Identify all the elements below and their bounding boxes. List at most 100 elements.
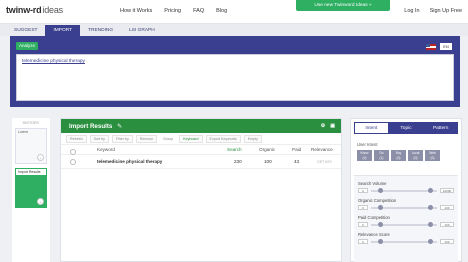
empty-button[interactable]: Empty xyxy=(243,134,262,143)
filters-section: Search Volume 0 10000 Organic Competitio… xyxy=(354,175,458,262)
col-organic[interactable]: Organic xyxy=(259,147,275,152)
history-item-active[interactable]: Import Results + xyxy=(15,168,47,208)
col-search[interactable]: Search xyxy=(227,147,242,152)
intent-do[interactable]: Do (1) xyxy=(374,150,389,161)
intent-label: Web xyxy=(429,151,436,155)
edit-icon[interactable]: ✎ xyxy=(117,123,122,130)
tab-import[interactable]: IMPORT xyxy=(45,25,81,36)
filter-search-volume: Search Volume 0 10000 xyxy=(358,181,454,193)
tab-suggest[interactable]: SUGGEST xyxy=(6,25,45,36)
filter-paid-competition: Paid Competition 0 100 xyxy=(358,215,454,227)
refresh-button[interactable]: Refresh xyxy=(66,134,87,143)
intent-buy[interactable]: Buy (0) xyxy=(391,150,406,161)
analyze-button[interactable]: Analyze xyxy=(16,42,38,50)
mode-tabs-bar: SUGGEST IMPORT TRENDING LSI GRAPH xyxy=(0,24,468,36)
history-item-label: Lorem xyxy=(18,130,28,134)
range-slider[interactable] xyxy=(371,188,437,193)
settings-icon[interactable]: ⚙ xyxy=(321,123,325,129)
range-slider[interactable] xyxy=(371,239,437,244)
intent-label: Local xyxy=(411,151,420,155)
keyword-import-textarea[interactable]: telemedicine physical therapy xyxy=(16,54,454,101)
filter-min-input[interactable]: 0 xyxy=(358,205,368,210)
tab-trending[interactable]: TRENDING xyxy=(80,25,121,36)
us-flag-icon xyxy=(426,43,436,50)
tab-topic[interactable]: Topic xyxy=(388,122,424,134)
history-item[interactable]: Lorem + xyxy=(15,128,47,164)
top-nav: twinw-rdideas How it Works Pricing FAQ B… xyxy=(0,0,468,24)
user-intent-label: User Intent xyxy=(357,142,378,147)
range-slider[interactable] xyxy=(371,205,437,210)
remove-button[interactable]: Remove xyxy=(135,134,158,143)
intent-know[interactable]: Know (0) xyxy=(357,150,372,161)
filter-max-input[interactable]: 10000 xyxy=(440,188,454,193)
filter-relevance-score: Relevance Score 0 100 xyxy=(358,232,454,244)
tab-pattern[interactable]: Pattern xyxy=(423,122,459,134)
results-title: Import Results xyxy=(69,123,113,130)
history-item-label: Import Results xyxy=(16,169,46,175)
export-button[interactable]: Export Keywords xyxy=(205,134,241,143)
intent-count: (0) xyxy=(413,155,418,160)
filter-max-input[interactable]: 100 xyxy=(440,239,454,244)
nav-pricing[interactable]: Pricing xyxy=(164,8,181,14)
filter-button[interactable]: Filter by xyxy=(111,134,133,143)
language-code[interactable]: EN xyxy=(440,43,452,50)
row-paid: 43 xyxy=(294,159,300,164)
intent-count: (0) xyxy=(396,155,401,160)
analysis-tabs: Intent Topic Pattern xyxy=(354,122,459,134)
logo-main: twinw-rd xyxy=(6,5,42,15)
intent-label: Do xyxy=(379,151,384,155)
history-badge: + xyxy=(37,154,44,161)
history-heading: HISTORY xyxy=(22,121,40,125)
nav-blog[interactable]: Blog xyxy=(216,8,227,14)
filter-label: Organic Competition xyxy=(358,198,397,203)
nav-links: How it Works Pricing FAQ Blog xyxy=(120,8,227,14)
row-keyword: telemedicine physical therapy xyxy=(97,159,163,164)
col-paid[interactable]: Paid xyxy=(292,147,301,152)
table-header: Keyword Search Organic Paid Relevance xyxy=(61,145,341,155)
sort-button[interactable]: Sort by xyxy=(89,134,109,143)
signup-link[interactable]: Sign Up Free xyxy=(430,8,462,14)
row-checkbox[interactable] xyxy=(70,159,76,165)
intent-chips: Know (0) Do (1) Buy (0) Local (0) Web (0) xyxy=(357,150,461,161)
get-key-button[interactable]: GET KEY xyxy=(317,160,332,164)
new-ideas-button[interactable]: Use new Twinword Ideas » xyxy=(296,0,390,11)
row-organic: 100 xyxy=(264,159,272,164)
col-keyword[interactable]: Keyword xyxy=(97,147,115,152)
results-header: Import Results ✎ ⚙ ▣ xyxy=(61,119,341,133)
language-selector[interactable]: EN xyxy=(426,43,452,50)
filter-min-input[interactable]: 0 xyxy=(358,222,368,227)
filter-min-input[interactable]: 0 xyxy=(358,188,368,193)
tab-intent[interactable]: Intent xyxy=(354,122,389,134)
group-button[interactable]: Group xyxy=(160,136,176,142)
logo-sub: ideas xyxy=(42,5,63,15)
import-panel: Analyze EN telemedicine physical therapy xyxy=(10,36,460,107)
intent-count: (1) xyxy=(379,155,384,160)
keyword-import-text: telemedicine physical therapy xyxy=(22,59,85,64)
filter-max-input[interactable]: 100 xyxy=(440,222,454,227)
filter-organic-competition: Organic Competition 0 100 xyxy=(358,198,454,210)
analysis-panel: Intent Topic Pattern User Intent Know (0)… xyxy=(350,118,462,262)
intent-label: Know xyxy=(360,151,369,155)
import-results-panel: Import Results ✎ ⚙ ▣ Refresh Sort by Fil… xyxy=(60,118,342,262)
col-relevance[interactable]: Relevance xyxy=(311,147,333,152)
history-badge: + xyxy=(37,198,44,205)
intent-label: Buy xyxy=(395,151,402,155)
keyboard-button[interactable]: Keyboard xyxy=(179,134,203,143)
intent-local[interactable]: Local (0) xyxy=(408,150,423,161)
filter-label: Search Volume xyxy=(358,181,387,186)
tab-lsi-graph[interactable]: LSI GRAPH xyxy=(121,25,163,36)
results-toolbar: Refresh Sort by Filter by Remove Group K… xyxy=(61,133,341,145)
row-search: 230 xyxy=(234,159,242,164)
table-row[interactable]: telemedicine physical therapy 230 100 43… xyxy=(61,155,341,169)
logo[interactable]: twinw-rdideas xyxy=(6,5,63,15)
nav-faq[interactable]: FAQ xyxy=(193,8,204,14)
filter-min-input[interactable]: 0 xyxy=(358,239,368,244)
collapse-icon[interactable]: ▣ xyxy=(330,123,335,129)
login-link[interactable]: Log In xyxy=(404,8,419,14)
filter-label: Relevance Score xyxy=(358,232,390,237)
nav-how-it-works[interactable]: How it Works xyxy=(120,8,152,14)
range-slider[interactable] xyxy=(371,222,437,227)
filter-max-input[interactable]: 100 xyxy=(440,205,454,210)
intent-web[interactable]: Web (0) xyxy=(425,150,440,161)
history-sidebar: HISTORY Lorem + Import Results + xyxy=(12,118,50,262)
